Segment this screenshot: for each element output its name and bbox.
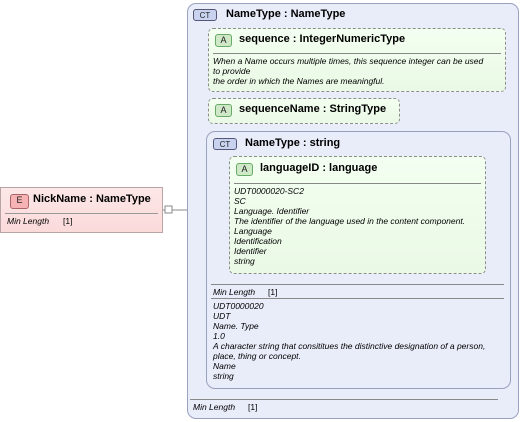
- inner-type-facet-label: Min Length: [213, 287, 256, 297]
- attribute-language-doc-4: The identifier of the language used in t…: [234, 216, 466, 226]
- attribute-language-doc-7: Identifier: [234, 246, 267, 256]
- attribute-language-doc-6: Identification: [234, 236, 282, 246]
- attribute-language-box[interactable]: A languageID : language UDT0000020-SC2 S…: [229, 156, 486, 274]
- complex-type-icon: CT: [193, 9, 217, 21]
- inner-type-doc-7: Name: [213, 361, 236, 371]
- inner-type-doc-6: place, thing or concept.: [213, 351, 301, 361]
- outer-type-divider: [190, 399, 498, 400]
- inner-type-doc-3: Name. Type: [213, 321, 259, 331]
- inner-type-doc-5: A character string that consititues the …: [213, 341, 486, 351]
- inner-type-facet-value: [1]: [268, 287, 278, 297]
- element-nickname-box[interactable]: E NickName : NameType Min Length [1]: [0, 187, 163, 233]
- inner-type-doc-8: string: [213, 371, 234, 381]
- attribute-sequence-doc-3: the order in which the Names are meaning…: [213, 76, 385, 86]
- complex-type-icon: CT: [213, 138, 237, 150]
- inner-type-doc-4: 1.0: [213, 331, 225, 341]
- element-facet-label: Min Length: [7, 216, 50, 226]
- attribute-language-doc-8: string: [234, 256, 255, 266]
- attribute-sequence-box[interactable]: A sequence : IntegerNumericType When a N…: [208, 28, 506, 92]
- attribute-language-doc-5: Language: [234, 226, 272, 236]
- element-facet-value: [1]: [63, 216, 73, 226]
- attribute-sequence-name-box[interactable]: A sequenceName : StringType: [208, 98, 400, 124]
- attribute-icon: A: [236, 163, 253, 176]
- outer-type-facet-label: Min Length: [193, 402, 236, 412]
- attribute-icon: A: [215, 104, 232, 117]
- attribute-sequence-name-title: sequenceName : StringType: [239, 103, 387, 115]
- outer-type-facet-value: [1]: [248, 402, 258, 412]
- complex-type-outer-title: NameType : NameType: [226, 8, 346, 20]
- element-title: NickName : NameType: [33, 193, 151, 205]
- inner-type-doc-2: UDT: [213, 311, 231, 321]
- attribute-sequence-doc-2: to provide: [213, 66, 251, 76]
- inner-type-divider: [211, 298, 504, 299]
- attribute-sequence-doc-1: When a Name occurs multiple times, this …: [213, 56, 484, 66]
- attribute-language-doc-3: Language. Identifier: [234, 206, 310, 216]
- attribute-sequence-title: sequence : IntegerNumericType: [239, 33, 406, 45]
- inner-type-doc-1: UDT0000020: [213, 301, 264, 311]
- inner-type-divider: [211, 284, 504, 285]
- attribute-language-doc-1: UDT0000020-SC2: [234, 186, 304, 196]
- attribute-language-doc-2: SC: [234, 196, 246, 206]
- attribute-icon: A: [215, 34, 232, 47]
- complex-type-inner-title: NameType : string: [245, 137, 341, 149]
- element-divider: [5, 213, 158, 214]
- expand-toggle: [164, 205, 173, 214]
- attribute-divider: [213, 53, 501, 54]
- attribute-divider: [234, 183, 481, 184]
- element-icon: E: [10, 194, 29, 209]
- attribute-language-title: languageID : language: [260, 162, 378, 174]
